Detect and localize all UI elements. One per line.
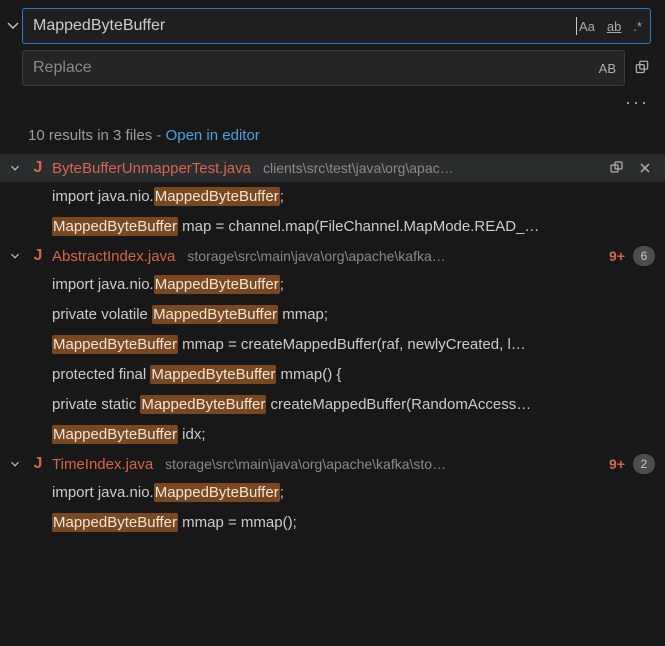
result-match: MappedByteBuffer xyxy=(154,275,280,294)
results-summary: 10 results in 3 files - Open in editor xyxy=(0,121,665,154)
result-post: map = channel.map(FileChannel.MapMode.RE… xyxy=(178,218,539,235)
file-row[interactable]: JByteBufferUnmapperTest.java clients\src\… xyxy=(0,154,665,182)
java-file-icon: J xyxy=(28,159,48,177)
regex-toggle[interactable]: .* xyxy=(631,17,644,36)
search-input[interactable] xyxy=(33,17,576,35)
result-post: mmap = mmap(); xyxy=(178,514,297,531)
replace-input-container: AB xyxy=(22,50,625,86)
chevron-down-icon[interactable] xyxy=(6,249,24,263)
result-match: MappedByteBuffer xyxy=(52,335,178,354)
replace-all-button[interactable] xyxy=(631,57,653,79)
dismiss-file-icon[interactable] xyxy=(635,158,655,178)
result-post: mmap() { xyxy=(276,366,341,383)
match-case-toggle[interactable]: Aa xyxy=(577,17,597,36)
file-name: AbstractIndex.java xyxy=(52,248,175,265)
result-match: MappedByteBuffer xyxy=(152,305,278,324)
result-post: mmap = createMappedBuffer(raf, newlyCrea… xyxy=(178,336,526,353)
match-count-badge: 6 xyxy=(633,246,655,266)
result-pre: private static xyxy=(52,396,140,413)
java-file-icon: J xyxy=(28,247,48,265)
result-pre: import java.nio. xyxy=(52,276,154,293)
result-row[interactable]: import java.nio.MappedByteBuffer; xyxy=(0,270,665,300)
chevron-down-icon[interactable] xyxy=(6,161,24,175)
search-input-container: Aa ab .* xyxy=(22,8,651,44)
file-path: clients\src\test\java\org\apac… xyxy=(263,160,597,176)
chevron-down-icon[interactable] xyxy=(6,457,24,471)
result-row[interactable]: MappedByteBuffer mmap = createMappedBuff… xyxy=(0,330,665,360)
result-match: MappedByteBuffer xyxy=(52,513,178,532)
result-post: ; xyxy=(280,188,284,205)
result-match: MappedByteBuffer xyxy=(154,187,280,206)
replace-in-file-icon[interactable] xyxy=(607,158,627,178)
result-row[interactable]: protected final MappedByteBuffer mmap() … xyxy=(0,360,665,390)
result-pre: private volatile xyxy=(52,306,152,323)
preserve-case-toggle[interactable]: AB xyxy=(597,59,618,78)
results-tree: JByteBufferUnmapperTest.javaclients\src\… xyxy=(0,154,665,538)
result-row[interactable]: import java.nio.MappedByteBuffer; xyxy=(0,478,665,508)
file-path: storage\src\main\java\org\apache\kafka… xyxy=(187,248,599,264)
file-name: TimeIndex.java xyxy=(52,456,153,473)
file-path: storage\src\main\java\org\apache\kafka\s… xyxy=(165,456,599,472)
result-match: MappedByteBuffer xyxy=(52,425,178,444)
toggle-replace-twist[interactable] xyxy=(0,18,22,34)
overflow-badge: 9+ xyxy=(609,456,625,472)
open-in-editor-link[interactable]: Open in editor xyxy=(166,127,260,144)
result-match: MappedByteBuffer xyxy=(154,483,280,502)
file-trail: 9+ 6 xyxy=(609,246,655,266)
result-post: ; xyxy=(280,276,284,293)
replace-input[interactable] xyxy=(33,59,597,77)
result-row[interactable]: private volatile MappedByteBuffer mmap; xyxy=(0,300,665,330)
result-pre: import java.nio. xyxy=(52,484,154,501)
overflow-badge: 9+ xyxy=(609,248,625,264)
file-row[interactable]: JAbstractIndex.java storage\src\main\java… xyxy=(0,242,665,270)
file-name: ByteBufferUnmapperTest.java xyxy=(52,160,251,177)
result-match: MappedByteBuffer xyxy=(140,395,266,414)
java-file-icon: J xyxy=(28,455,48,473)
file-row[interactable]: JTimeIndex.java storage\src\main\java\org… xyxy=(0,450,665,478)
file-trail: 9+ 2 xyxy=(609,454,655,474)
result-post: ; xyxy=(280,484,284,501)
result-post: mmap; xyxy=(278,306,328,323)
result-row[interactable]: MappedByteBuffer mmap = mmap(); xyxy=(0,508,665,538)
result-match: MappedByteBuffer xyxy=(150,365,276,384)
match-count-badge: 2 xyxy=(633,454,655,474)
result-pre: protected final xyxy=(52,366,150,383)
match-word-toggle[interactable]: ab xyxy=(605,17,623,36)
result-pre: import java.nio. xyxy=(52,188,154,205)
result-row[interactable]: MappedByteBuffer idx; xyxy=(0,420,665,450)
more-options-button[interactable]: ··· xyxy=(623,90,651,115)
result-post: createMappedBuffer(RandomAccess… xyxy=(266,396,531,413)
results-summary-text: 10 results in 3 files - xyxy=(28,127,166,144)
result-row[interactable]: private static MappedByteBuffer createMa… xyxy=(0,390,665,420)
result-row[interactable]: MappedByteBuffer map = channel.map(FileC… xyxy=(0,212,665,242)
result-post: idx; xyxy=(178,426,206,443)
result-match: MappedByteBuffer xyxy=(52,217,178,236)
file-trail xyxy=(607,158,655,178)
result-row[interactable]: import java.nio.MappedByteBuffer; xyxy=(0,182,665,212)
